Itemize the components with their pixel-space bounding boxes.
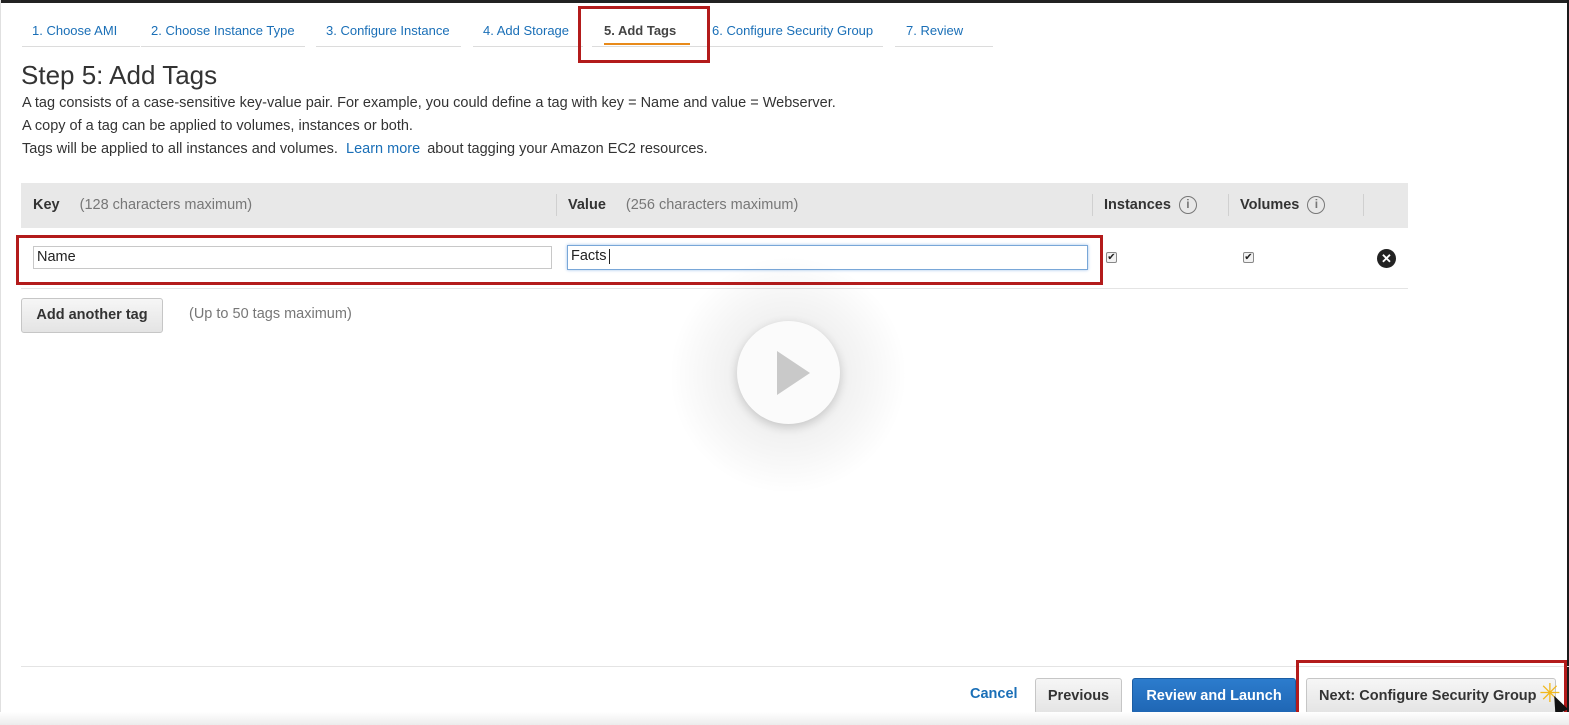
header-label: Instances <box>1104 197 1171 213</box>
description-line-3: Tags will be applied to all instances an… <box>22 141 708 157</box>
info-icon[interactable]: i <box>1178 196 1197 215</box>
tab-label: 3. Configure Instance <box>326 23 450 38</box>
tab-configure-instance[interactable]: 3. Configure Instance <box>316 16 461 47</box>
tab-label: 4. Add Storage <box>483 23 570 38</box>
text-cursor <box>609 248 611 264</box>
page-title: Step 5: Add Tags <box>21 60 218 90</box>
description-text: about tagging your Amazon EC2 resources. <box>427 141 708 157</box>
window-left-border <box>0 0 1 725</box>
tab-label: 1. Choose AMI <box>32 23 118 38</box>
tag-table-header: Key (128 characters maximum) Value (256 ch… <box>21 183 1408 228</box>
tag-limit-note: (Up to 50 tags maximum) <box>189 306 352 322</box>
description-text: Tags will be applied to all instances an… <box>22 141 338 157</box>
tab-label: 5. Add Tags <box>604 23 677 38</box>
description-line-2: A copy of a tag can be applied to volume… <box>22 118 413 134</box>
description-line-1: A tag consists of a case-sensitive key-v… <box>22 95 836 111</box>
tab-review[interactable]: 7. Review <box>895 16 993 47</box>
close-icon: ✕ <box>1381 251 1392 266</box>
column-header-value: Value (256 characters maximum) <box>568 183 798 228</box>
tab-label: 6. Configure Security Group <box>712 23 874 38</box>
header-label: Volumes <box>1240 197 1300 213</box>
tab-choose-ami[interactable]: 1. Choose AMI <box>22 16 140 47</box>
column-divider <box>1363 194 1364 216</box>
header-label: Key <box>33 197 60 213</box>
header-label: Value <box>568 197 606 213</box>
tab-label: 2. Choose Instance Type <box>151 23 295 38</box>
column-divider <box>1092 194 1093 216</box>
header-hint: (128 characters maximum) <box>79 197 253 213</box>
column-divider <box>1228 194 1229 216</box>
volumes-checkbox[interactable]: ✔ <box>1243 252 1254 263</box>
tag-key-value: Name <box>37 249 76 265</box>
previous-button[interactable]: Previous <box>1035 678 1122 714</box>
remove-tag-icon[interactable]: ✕ <box>1377 249 1396 268</box>
video-play-button[interactable] <box>737 321 840 424</box>
info-icon[interactable]: i <box>1307 196 1326 215</box>
tab-choose-instance-type[interactable]: 2. Choose Instance Type <box>141 16 305 47</box>
column-header-volumes: Volumes i <box>1240 183 1326 228</box>
tab-add-tags[interactable]: 5. Add Tags <box>592 16 707 47</box>
tab-configure-security-group[interactable]: 6. Configure Security Group <box>702 16 883 47</box>
column-header-instances: Instances i <box>1104 183 1197 228</box>
learn-more-link[interactable]: Learn more <box>346 141 420 157</box>
column-divider <box>556 194 557 216</box>
play-icon <box>777 351 810 395</box>
column-header-key: Key (128 characters maximum) <box>33 183 252 228</box>
review-and-launch-button[interactable]: Review and Launch <box>1132 678 1296 714</box>
tab-label: 7. Review <box>906 23 964 38</box>
next-configure-security-group-button[interactable]: Next: Configure Security Group <box>1306 678 1556 714</box>
instances-checkbox[interactable]: ✔ <box>1106 252 1117 263</box>
tag-key-input[interactable]: Name <box>33 246 552 269</box>
footer-divider <box>21 666 1569 667</box>
tab-add-storage[interactable]: 4. Add Storage <box>473 16 583 47</box>
add-another-tag-button[interactable]: Add another tag <box>21 298 163 333</box>
cancel-link[interactable]: Cancel <box>970 686 1018 702</box>
bottom-shade <box>0 712 1569 725</box>
window-top-border <box>0 0 1569 3</box>
tag-value-value: Facts <box>571 248 607 264</box>
active-tab-indicator <box>604 43 690 45</box>
check-icon: ✔ <box>1107 252 1116 263</box>
header-hint: (256 characters maximum) <box>625 197 799 213</box>
check-icon: ✔ <box>1244 252 1253 263</box>
